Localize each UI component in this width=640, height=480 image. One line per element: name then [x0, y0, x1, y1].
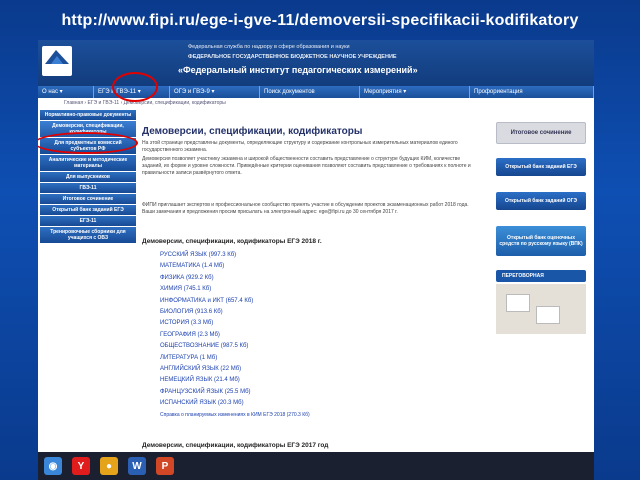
- browser-screenshot: ФИПИ Федеральная служба по надзору в сфе…: [38, 40, 594, 460]
- doc-link-physics[interactable]: ФИЗИКА (929.2 Кб): [160, 273, 310, 284]
- doc-link-literature[interactable]: ЛИТЕРАТУРА (1 Мб): [160, 353, 310, 364]
- yandex-icon[interactable]: Y: [72, 457, 90, 475]
- header-institution-type: ФЕДЕРАЛЬНОЕ ГОСУДАРСТВЕННОЕ БЮДЖЕТНОЕ НА…: [188, 54, 397, 60]
- sidebar-item-graduates[interactable]: Для выпускников: [40, 172, 136, 182]
- header-agency: Федеральная служба по надзору в сфере об…: [188, 44, 350, 50]
- chrome-icon[interactable]: ●: [100, 457, 118, 475]
- logo-text: ФИПИ: [42, 70, 64, 77]
- word-icon[interactable]: W: [128, 457, 146, 475]
- doc-link-social-studies[interactable]: ОБЩЕСТВОЗНАНИЕ (987.5 Кб): [160, 341, 310, 352]
- banner-open-bank-ovz[interactable]: Открытый банк оценочных средств по русск…: [496, 226, 586, 256]
- logo-mark-icon: [45, 50, 69, 64]
- taskbar: ◉ Y ● W P: [38, 452, 594, 480]
- document-thumbnail: [536, 306, 560, 324]
- sidebar-item-final-essay[interactable]: Итоговое сочинение: [40, 194, 136, 204]
- header-institution-name: «Федеральный институт педагогических изм…: [178, 65, 418, 75]
- slide-title: http://www.fipi.ru/ege-i-gve-11/demovers…: [61, 12, 579, 29]
- negotiation-image[interactable]: [496, 284, 586, 334]
- nav-item-doc-search[interactable]: Поиск документов: [260, 86, 360, 98]
- feedback-paragraph: ФИПИ приглашает экспертов и профессионал…: [142, 202, 469, 215]
- start-icon[interactable]: ◉: [44, 457, 62, 475]
- nav-item-oge[interactable]: ОГЭ и ГВЭ-9 ▾: [170, 86, 260, 98]
- section-heading-2017: Демоверсии, спецификации, кодификаторы Е…: [142, 442, 329, 449]
- sidebar-item-ege11[interactable]: ЕГЭ-11: [40, 216, 136, 226]
- nav-item-events[interactable]: Мероприятия ▾: [360, 86, 470, 98]
- sidebar-item-legal-docs[interactable]: Нормативно-правовые документы: [40, 110, 136, 120]
- sidebar: Нормативно-правовые документы Демоверсии…: [40, 110, 136, 244]
- banner-negotiation[interactable]: ПЕРЕГОВОРНАЯ: [496, 270, 586, 282]
- highlight-circle-ege: [112, 72, 158, 102]
- doc-link-informatics[interactable]: ИНФОРМАТИКА и ИКТ (657.4 Кб): [160, 296, 310, 307]
- demo-paragraph: Демоверсия позволяет участнику экзамена …: [142, 156, 471, 176]
- doc-link-english[interactable]: АНГЛИЙСКИЙ ЯЗЫК (22 Мб): [160, 364, 310, 375]
- changes-link[interactable]: Справка о планируемых изменениях в КИМ Е…: [160, 410, 310, 421]
- powerpoint-icon[interactable]: P: [156, 457, 174, 475]
- document-thumbnail: [506, 294, 530, 312]
- doc-link-biology[interactable]: БИОЛОГИЯ (913.6 Кб): [160, 307, 310, 318]
- doc-link-geography[interactable]: ГЕОГРАФИЯ (2.3 Мб): [160, 330, 310, 341]
- page-title: Демоверсии, спецификации, кодификаторы: [142, 126, 363, 137]
- doc-list: РУССКИЙ ЯЗЫК (997.3 Кб) МАТЕМАТИКА (1.4 …: [160, 250, 310, 421]
- doc-link-french[interactable]: ФРАНЦУЗСКИЙ ЯЗЫК (25.5 Мб): [160, 387, 310, 398]
- nav-item-about[interactable]: О нас ▾: [38, 86, 94, 98]
- doc-link-chemistry[interactable]: ХИМИЯ (745.1 Кб): [160, 284, 310, 295]
- sidebar-item-ovz[interactable]: Тренировочные сборники для учащихся с ОВ…: [40, 227, 136, 243]
- intro-paragraph: На этой странице представлены документы,…: [142, 140, 458, 153]
- nav-item-career[interactable]: Профориентация: [470, 86, 594, 98]
- section-heading-2018: Демоверсии, спецификации, кодификаторы Е…: [142, 238, 322, 245]
- doc-link-math[interactable]: МАТЕМАТИКА (1.4 Мб): [160, 261, 310, 272]
- sidebar-item-gve11[interactable]: ГВЭ-11: [40, 183, 136, 193]
- banner-open-bank-oge[interactable]: Открытый банк заданий ОГЭ: [496, 192, 586, 210]
- highlight-circle-demoversions: [38, 132, 138, 154]
- banner-open-bank-ege[interactable]: Открытый банк заданий ЕГЭ: [496, 158, 586, 176]
- sidebar-item-analytics[interactable]: Аналитические и методические материалы: [40, 155, 136, 171]
- doc-link-spanish[interactable]: ИСПАНСКИЙ ЯЗЫК (20.3 Мб): [160, 398, 310, 409]
- sidebar-item-open-bank[interactable]: Открытый банк заданий ЕГЭ: [40, 205, 136, 215]
- doc-link-russian[interactable]: РУССКИЙ ЯЗЫК (997.3 Кб): [160, 250, 310, 261]
- banner-final-essay[interactable]: Итоговое сочинение: [496, 122, 586, 144]
- doc-link-history[interactable]: ИСТОРИЯ (3.3 Мб): [160, 318, 310, 329]
- breadcrumb[interactable]: Главная › ЕГЭ и ГВЭ-11 › Демоверсии, спе…: [64, 100, 226, 106]
- doc-link-german[interactable]: НЕМЕЦКИЙ ЯЗЫК (21.4 Мб): [160, 375, 310, 386]
